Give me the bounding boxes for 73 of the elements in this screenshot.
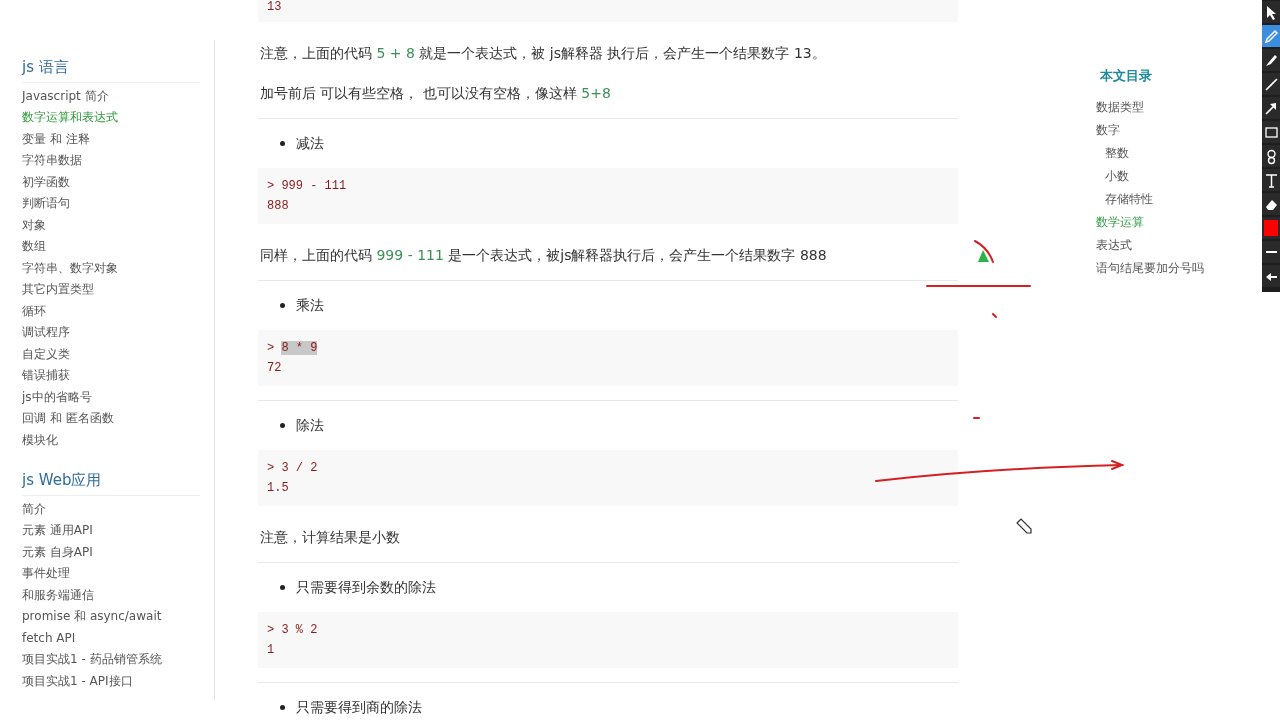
- toc-link[interactable]: 表达式: [1096, 233, 1262, 257]
- sidebar-link[interactable]: 循环: [22, 300, 200, 322]
- tool-button[interactable]: [1262, 1, 1280, 23]
- list-item: 除法: [296, 416, 324, 435]
- sidebar-link[interactable]: 字符串数据: [22, 150, 200, 172]
- list-item: 只需要得到商的除法: [296, 698, 422, 717]
- code-block: > 999 - 111 888: [258, 168, 958, 224]
- sidebar-link[interactable]: 和服务端通信: [22, 584, 200, 606]
- code-block: > 3 % 2 1: [258, 612, 958, 668]
- sidebar-link[interactable]: 元素 通用API: [22, 520, 200, 542]
- sidebar-link[interactable]: js中的省略号: [22, 386, 200, 408]
- tool-button[interactable]: [1262, 145, 1280, 167]
- line-width-icon: [1265, 251, 1277, 253]
- sidebar-link[interactable]: Javascript 简介: [22, 85, 200, 107]
- pen-stroke: [974, 240, 994, 263]
- toc-link[interactable]: 存储特性: [1096, 187, 1262, 211]
- list-item: 只需要得到余数的除法: [296, 578, 436, 597]
- code-block: 13: [258, 0, 958, 22]
- tool-button[interactable]: [1262, 121, 1280, 143]
- tool-button[interactable]: [1262, 73, 1280, 95]
- sidebar-link[interactable]: 模块化: [22, 429, 200, 451]
- pointer-icon: [978, 250, 989, 262]
- tool-button[interactable]: [1262, 241, 1280, 263]
- sidebar-link[interactable]: 自定义类: [22, 343, 200, 365]
- pencil-cursor-icon: [1016, 518, 1032, 534]
- code-block: > 3 / 2 1.5: [258, 450, 958, 506]
- paragraph: 注意，上面的代码 5 + 8 就是一个表达式，被 js解释器 执行后，会产生一个结果数字 13。: [260, 44, 827, 63]
- toc-link[interactable]: 语句结尾要加分号吗: [1096, 256, 1262, 280]
- sidebar-link[interactable]: promise 和 async/await: [22, 606, 200, 628]
- sidebar-link[interactable]: 项目实战1 - API接口: [22, 670, 200, 692]
- paragraph: 同样，上面的代码 999 - 111 是一个表达式，被js解释器执行后，会产生一个结果数字 888: [260, 246, 828, 265]
- toc-title: 本文目录: [1100, 67, 1153, 85]
- sidebar-link[interactable]: 判断语句: [22, 193, 200, 215]
- pen-stroke: [992, 313, 997, 318]
- bullet-icon: [280, 423, 285, 428]
- code-block: > 8 * 9 72: [258, 330, 958, 386]
- paragraph: 加号前后 可以有些空格， 也可以没有空格，像这样 5+8: [260, 84, 612, 103]
- pencil-icon: [1262, 27, 1280, 45]
- bullet-icon: [280, 141, 285, 146]
- sidebar-link[interactable]: 项目实战1 - 药品销管系统: [22, 649, 200, 671]
- section-title: js Web应用: [22, 469, 200, 496]
- toc-link[interactable]: 整数: [1096, 141, 1262, 165]
- list-item: 乘法: [296, 296, 324, 315]
- sidebar-link[interactable]: 简介: [22, 498, 200, 520]
- sidebar-link[interactable]: 字符串、数字对象: [22, 257, 200, 279]
- sidebar-link[interactable]: 变量 和 注释: [22, 128, 200, 150]
- tool-button[interactable]: [1262, 193, 1280, 215]
- bullet-icon: [280, 303, 285, 308]
- bullet-icon: [280, 705, 285, 710]
- tool-button[interactable]: [1262, 97, 1280, 119]
- paragraph: 注意，计算结果是小数: [260, 528, 401, 547]
- sidebar-link[interactable]: 回调 和 匿名函数: [22, 408, 200, 430]
- sidebar-link[interactable]: 数字运算和表达式: [22, 107, 200, 129]
- tool-button[interactable]: [1262, 169, 1280, 191]
- toc-link[interactable]: 小数: [1096, 164, 1262, 188]
- sidebar-link[interactable]: 元素 自身API: [22, 541, 200, 563]
- list-item: 减法: [296, 134, 324, 153]
- sidebar-link[interactable]: 对象: [22, 214, 200, 236]
- tool-button[interactable]: [1262, 49, 1280, 71]
- sidebar-link[interactable]: 事件处理: [22, 563, 200, 585]
- sidebar-link[interactable]: 其它内置类型: [22, 279, 200, 301]
- toc-link[interactable]: 数学运算: [1096, 210, 1262, 234]
- section-title: js 语言: [22, 56, 200, 83]
- pen-stroke: [973, 417, 980, 419]
- sidebar-link[interactable]: 初学函数: [22, 171, 200, 193]
- sidebar-link[interactable]: 调试程序: [22, 322, 200, 344]
- toc-link[interactable]: 数字: [1096, 118, 1262, 142]
- tool-button[interactable]: [1262, 265, 1280, 287]
- sidebar-link[interactable]: 数组: [22, 236, 200, 258]
- sidebar-link[interactable]: 错误捕获: [22, 365, 200, 387]
- toc-link[interactable]: 数据类型: [1096, 95, 1262, 119]
- bullet-icon: [280, 585, 285, 590]
- sidebar-link[interactable]: fetch API: [22, 627, 200, 649]
